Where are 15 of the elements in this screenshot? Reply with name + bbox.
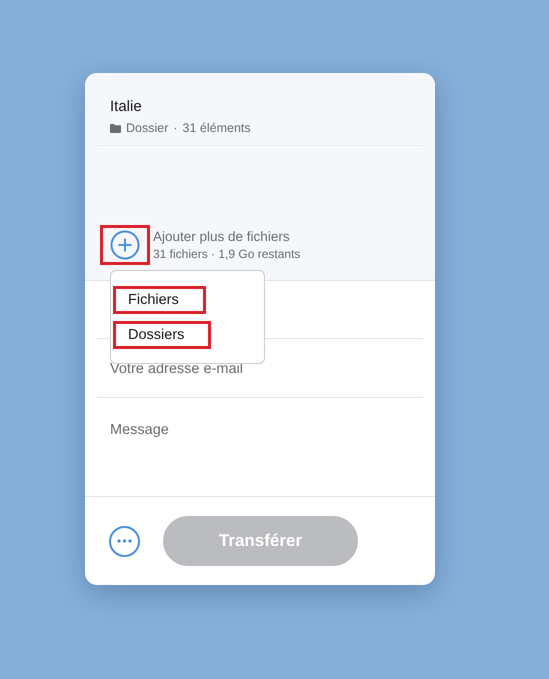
add-files-details: 31 fichiers · 1,9 Go restants <box>153 246 300 262</box>
menu-item[interactable]: Fichiers <box>113 286 206 314</box>
folder-count: 31 éléments <box>182 120 251 137</box>
add-files-button[interactable] <box>100 225 150 265</box>
message-field[interactable]: Message <box>110 420 410 480</box>
plus-icon <box>110 230 140 260</box>
folder-kind: Dossier <box>126 120 168 137</box>
folder-title: Italie <box>110 97 143 117</box>
add-files-label: Ajouter plus de fichiers <box>153 228 291 246</box>
more-icon <box>117 539 132 543</box>
menu-item[interactable]: Dossiers <box>113 321 212 349</box>
email-field[interactable]: Votre adresse e-mail <box>110 359 410 381</box>
folder-icon <box>110 124 121 132</box>
more-options-button[interactable] <box>109 526 140 556</box>
separator-dot: · <box>173 120 178 137</box>
